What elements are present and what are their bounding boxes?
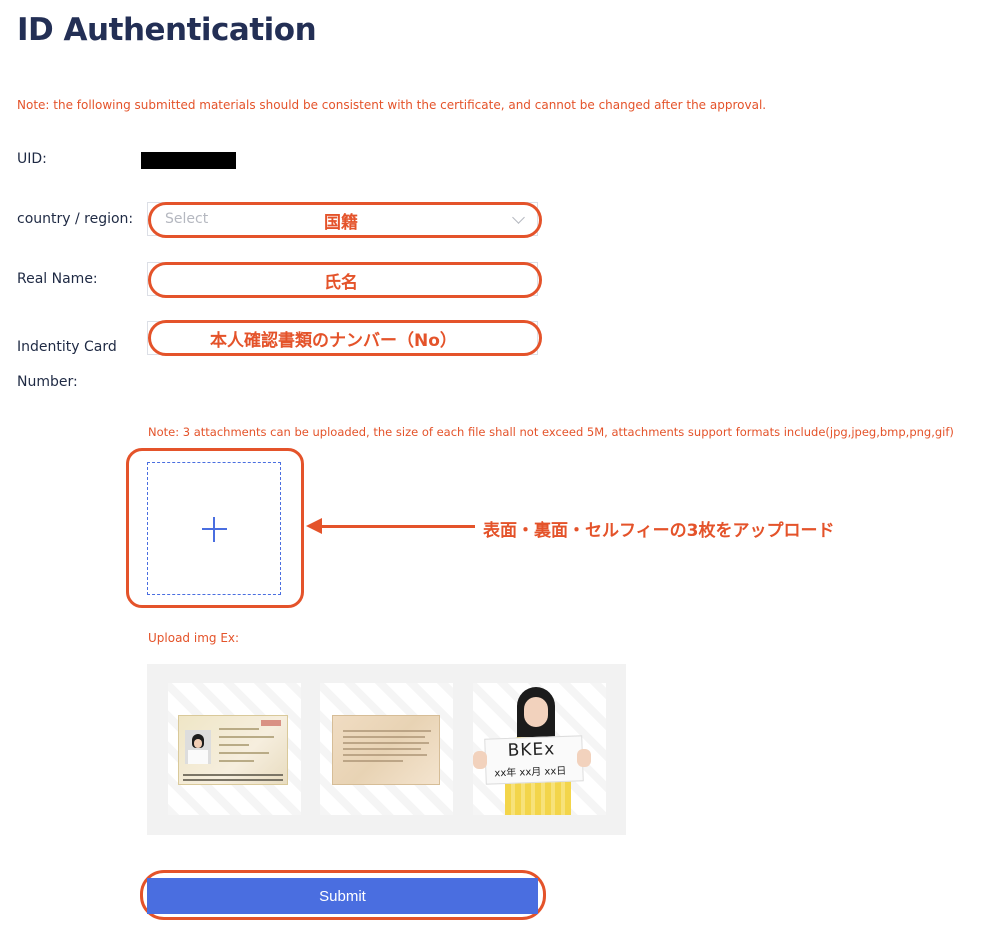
sign-date-text: xx年 xx月 xx日 [494,765,567,780]
selfie-sign: BKEx xx年 xx月 xx日 [484,735,584,785]
submission-note: Note: the following submitted materials … [17,98,767,112]
real-name-label: Real Name: [17,271,98,287]
annotation-upload: 表面・裏面・セルフィーの3枚をアップロード [483,521,835,541]
plus-icon-vertical [213,517,215,542]
annotation-arrow-line [320,525,475,528]
annotation-name: 氏名 [324,273,358,293]
arrow-left-icon [306,518,322,534]
uid-value-redacted [141,152,236,169]
sign-brand-text: BKEx [507,739,556,761]
submit-button[interactable]: Submit [147,878,538,914]
annotation-country: 国籍 [324,213,358,233]
annotation-id-number: 本人確認書類のナンバー（No） [210,331,457,351]
passport-back-image [332,715,440,785]
passport-image [178,715,288,785]
page-title: ID Authentication [17,12,317,48]
id-number-label: Indentity Card Number: [17,339,117,390]
example-passport-back [320,683,453,815]
country-region-label: country / region: [17,211,134,227]
uid-label: UID: [17,151,47,167]
example-passport-front [168,683,301,815]
example-selfie: BKEx xx年 xx月 xx日 [473,683,606,815]
upload-example-label: Upload img Ex: [148,631,240,645]
attachment-note: Note: 3 attachments can be uploaded, the… [148,425,954,439]
